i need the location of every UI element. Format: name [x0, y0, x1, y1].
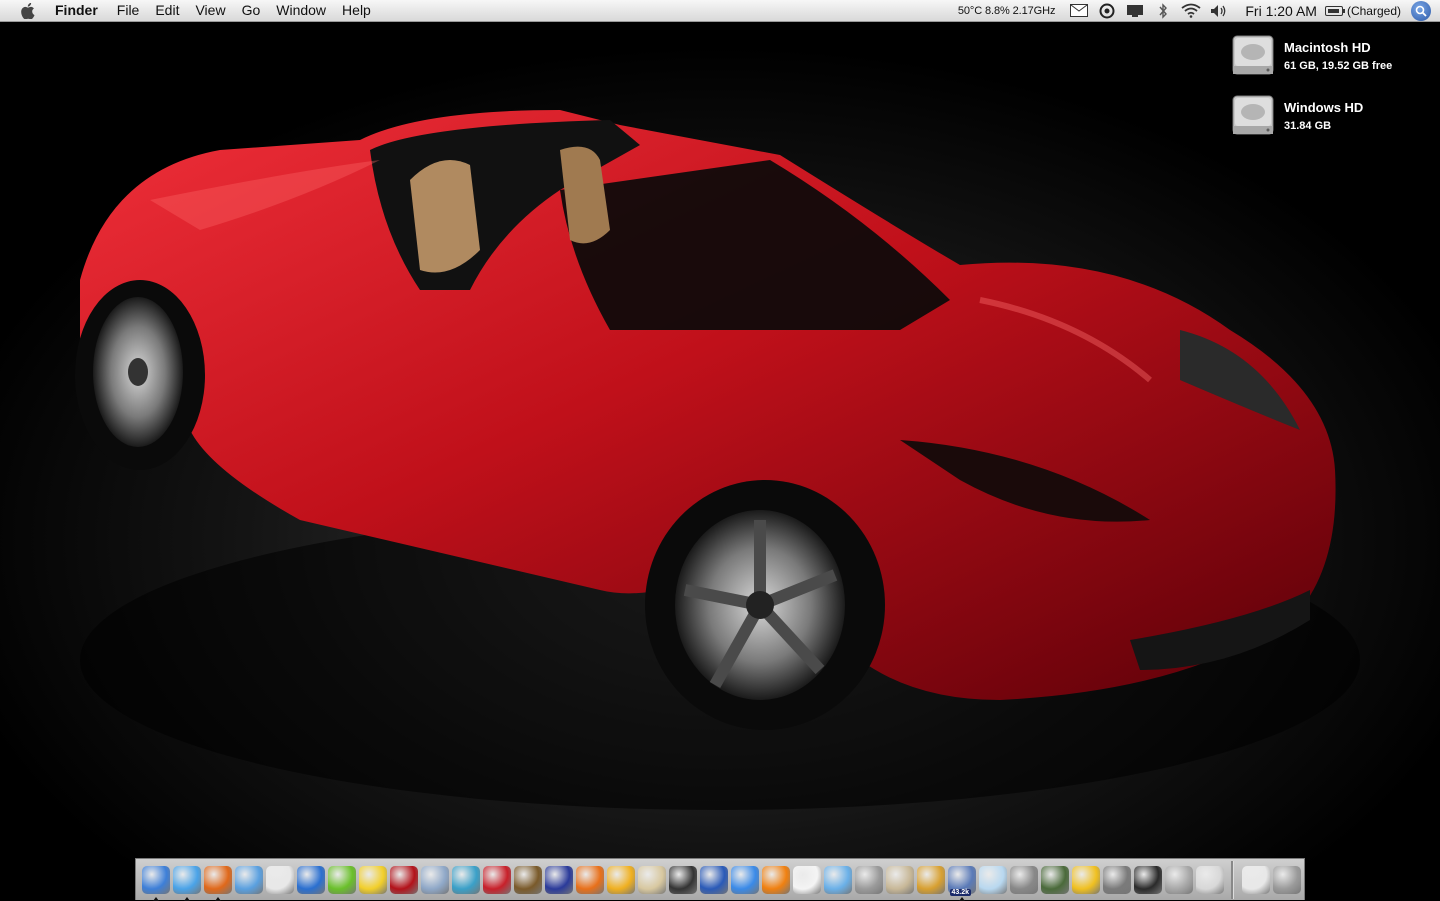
calendar-icon[interactable]: [792, 865, 821, 894]
desktop-drive-macintosh-hd[interactable]: Macintosh HD 61 GB, 19.52 GB free: [1230, 34, 1392, 76]
volume-icon[interactable]: [1208, 0, 1230, 21]
orb-icon[interactable]: [978, 865, 1007, 894]
drive-info: 31.84 GB: [1284, 120, 1332, 132]
menu-clock[interactable]: Fri 1:20 AM: [1245, 3, 1317, 19]
contacts-icon[interactable]: [885, 865, 914, 894]
dock: 43.2k: [135, 858, 1305, 901]
drive-info: 61 GB, 19.52 GB free: [1284, 60, 1393, 72]
photobooth-icon[interactable]: [389, 865, 418, 894]
disc-icon[interactable]: [637, 865, 666, 894]
menu-go[interactable]: Go: [234, 0, 269, 21]
dock-apps: 43.2k: [140, 865, 1225, 901]
menu-app-finder[interactable]: Finder: [53, 0, 109, 21]
desktop-wallpaper: [0, 0, 1440, 900]
quicktime-icon[interactable]: [730, 865, 759, 894]
dock-separator: [1231, 860, 1234, 899]
menu-file[interactable]: File: [109, 0, 148, 21]
film-strip-icon[interactable]: [544, 865, 573, 894]
trash-icon[interactable]: [1272, 865, 1301, 894]
menu-bar: Finder File Edit View Go Window Help 50°…: [0, 0, 1440, 22]
preview-icon[interactable]: [420, 865, 449, 894]
itunes-icon[interactable]: [823, 865, 852, 894]
hard-drive-icon: [1232, 35, 1274, 75]
dvd-player-icon[interactable]: [606, 865, 635, 894]
acrobat-icon[interactable]: [482, 865, 511, 894]
hard-drive-icon: [1232, 95, 1274, 135]
dreamweaver-icon[interactable]: [327, 865, 356, 894]
mail-icon[interactable]: [1068, 0, 1090, 21]
disk-utility-icon[interactable]: [854, 865, 883, 894]
battery-menu[interactable]: (Charged): [1324, 3, 1401, 18]
battery-status: (Charged): [1346, 3, 1401, 18]
alien-icon[interactable]: [1040, 865, 1069, 894]
menu-view[interactable]: View: [187, 0, 233, 21]
word-icon[interactable]: [296, 865, 325, 894]
menu-window[interactable]: Window: [268, 0, 334, 21]
menu-edit[interactable]: Edit: [147, 0, 187, 21]
adium-duck-icon[interactable]: [358, 865, 387, 894]
dock-trailing-items: [1240, 865, 1302, 894]
drive-name: Macintosh HD: [1284, 40, 1371, 55]
activity-icon[interactable]: 43.2k: [947, 865, 976, 901]
spotlight-search-icon[interactable]: [1411, 0, 1431, 21]
sync-icon[interactable]: [1096, 0, 1118, 21]
drive-name: Windows HD: [1284, 100, 1364, 115]
documents-stack-icon[interactable]: [1241, 865, 1270, 894]
textedit-icon[interactable]: [265, 865, 294, 894]
final-cut-icon[interactable]: [699, 865, 728, 894]
system-stats[interactable]: 50°C 8.8% 2.17GHz: [958, 5, 1056, 17]
vlc-icon[interactable]: [761, 865, 790, 894]
terminal-icon[interactable]: [1133, 865, 1162, 894]
rings-icon[interactable]: [1071, 865, 1100, 894]
battery-icon: [1324, 5, 1345, 16]
desktop-drive-windows-hd[interactable]: Windows HD 31.84 GB: [1230, 94, 1363, 136]
safari-icon[interactable]: [234, 865, 263, 894]
time-machine-icon[interactable]: [1102, 865, 1131, 894]
apple-menu-icon[interactable]: [17, 0, 39, 21]
quill-icon[interactable]: [451, 865, 480, 894]
bluetooth-icon[interactable]: [1152, 0, 1174, 21]
dock-badge: 43.2k: [949, 888, 972, 896]
finder-icon[interactable]: [141, 865, 170, 901]
printer-icon[interactable]: [1164, 865, 1193, 894]
system-prefs-icon[interactable]: [1195, 865, 1224, 894]
display-icon[interactable]: [1124, 0, 1146, 21]
iphoto-icon[interactable]: [513, 865, 542, 894]
wireless-icon[interactable]: [1009, 865, 1038, 894]
ichat-icon[interactable]: [172, 865, 201, 901]
garageband-icon[interactable]: [916, 865, 945, 894]
clapper-icon[interactable]: [668, 865, 697, 894]
firefox-icon[interactable]: [203, 865, 232, 901]
wifi-icon[interactable]: [1180, 0, 1202, 21]
menu-help[interactable]: Help: [334, 0, 379, 21]
ftp-icon[interactable]: [575, 865, 604, 894]
